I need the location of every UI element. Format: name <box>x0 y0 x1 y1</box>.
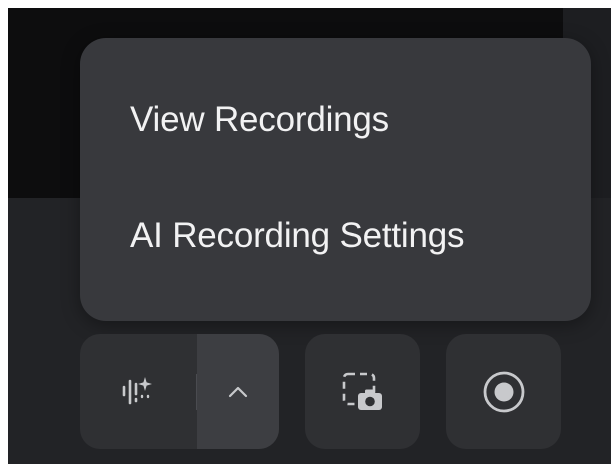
record-button[interactable] <box>446 334 561 449</box>
ai-audio-icon <box>118 374 158 410</box>
screenshot-button[interactable] <box>305 334 420 449</box>
recording-options-toggle[interactable] <box>197 334 279 449</box>
ai-recording-settings-menu-item[interactable]: AI Recording Settings <box>80 176 591 296</box>
record-icon <box>480 368 528 416</box>
view-recordings-menu-item[interactable]: View Recordings <box>80 60 591 180</box>
ai-recording-button-group <box>80 334 279 449</box>
view-recordings-label: View Recordings <box>130 100 389 139</box>
ai-recording-settings-label: AI Recording Settings <box>130 216 465 255</box>
chevron-up-icon <box>227 385 249 399</box>
recording-menu: View Recordings AI Recording Settings <box>80 38 591 321</box>
ai-recording-button[interactable] <box>80 334 196 449</box>
screenshot-icon <box>341 371 385 413</box>
